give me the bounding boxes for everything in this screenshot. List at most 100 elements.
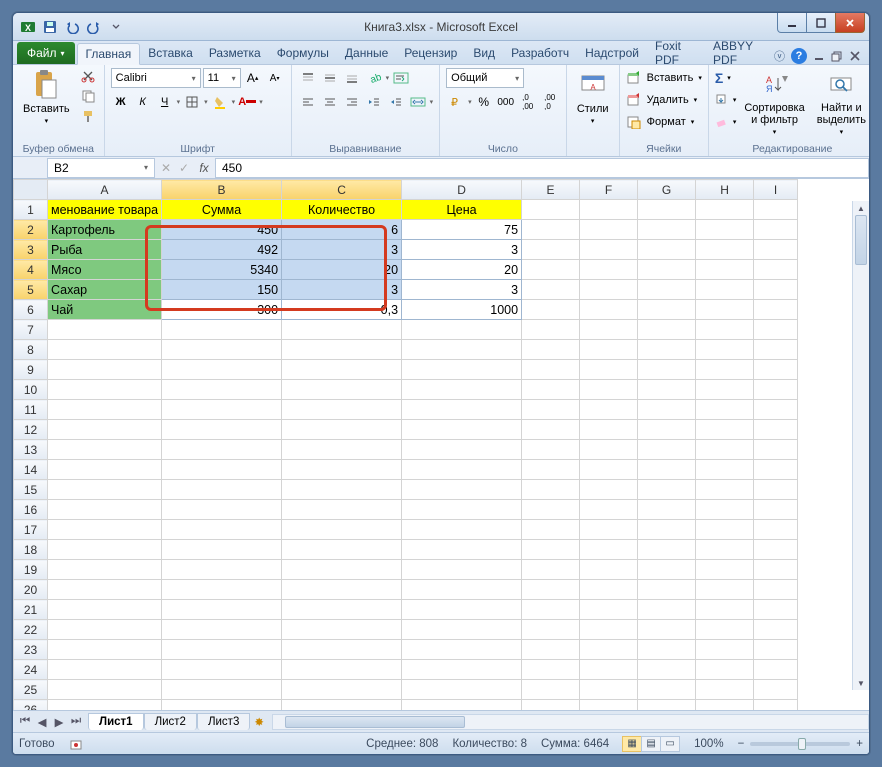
qat-more-icon[interactable] — [107, 18, 125, 36]
tab-addins[interactable]: Надстрой — [577, 42, 647, 64]
border-icon[interactable] — [182, 92, 202, 112]
cell-G7[interactable] — [638, 320, 696, 340]
cell-I26[interactable] — [754, 700, 798, 711]
percent-icon[interactable]: % — [474, 92, 494, 112]
cell-E24[interactable] — [522, 660, 580, 680]
cell-B5[interactable]: 150 — [162, 280, 282, 300]
cell-C13[interactable] — [282, 440, 402, 460]
clear-button[interactable]: ▾ — [715, 111, 737, 133]
row-header-26[interactable]: 26 — [14, 700, 48, 711]
cell-C7[interactable] — [282, 320, 402, 340]
cell-D12[interactable] — [402, 420, 522, 440]
close-button[interactable] — [835, 13, 865, 33]
cell-B3[interactable]: 492 — [162, 240, 282, 260]
cell-A12[interactable] — [48, 420, 162, 440]
cell-G9[interactable] — [638, 360, 696, 380]
cell-H7[interactable] — [696, 320, 754, 340]
cell-B7[interactable] — [162, 320, 282, 340]
new-sheet-icon[interactable]: ✸ — [254, 715, 264, 729]
redo-icon[interactable] — [85, 18, 103, 36]
cell-B9[interactable] — [162, 360, 282, 380]
cell-H21[interactable] — [696, 600, 754, 620]
tab-nav-next-icon[interactable]: ▶ — [51, 714, 67, 730]
row-header-15[interactable]: 15 — [14, 480, 48, 500]
cell-A2[interactable]: Картофель — [48, 220, 162, 240]
cell-A10[interactable] — [48, 380, 162, 400]
cell-C1[interactable]: Количество — [282, 200, 402, 220]
fx-cancel-icon[interactable]: ✕ — [157, 161, 175, 175]
cell-F16[interactable] — [580, 500, 638, 520]
cell-A9[interactable] — [48, 360, 162, 380]
cell-I16[interactable] — [754, 500, 798, 520]
cell-I23[interactable] — [754, 640, 798, 660]
align-right-icon[interactable] — [342, 92, 362, 112]
cell-G8[interactable] — [638, 340, 696, 360]
cell-B19[interactable] — [162, 560, 282, 580]
cell-B13[interactable] — [162, 440, 282, 460]
cell-I2[interactable] — [754, 220, 798, 240]
cell-F9[interactable] — [580, 360, 638, 380]
cell-F11[interactable] — [580, 400, 638, 420]
cell-H18[interactable] — [696, 540, 754, 560]
cell-I21[interactable] — [754, 600, 798, 620]
row-header-7[interactable]: 7 — [14, 320, 48, 340]
cell-B12[interactable] — [162, 420, 282, 440]
cell-B10[interactable] — [162, 380, 282, 400]
cell-G17[interactable] — [638, 520, 696, 540]
cell-G14[interactable] — [638, 460, 696, 480]
cell-E7[interactable] — [522, 320, 580, 340]
select-all-corner[interactable] — [14, 180, 48, 200]
sort-filter-button[interactable]: АЯ Сортировка и фильтр▾ — [740, 67, 808, 138]
tab-nav-prev-icon[interactable]: ◀ — [34, 714, 50, 730]
cell-A16[interactable] — [48, 500, 162, 520]
cell-F1[interactable] — [580, 200, 638, 220]
cell-E1[interactable] — [522, 200, 580, 220]
cell-E10[interactable] — [522, 380, 580, 400]
cell-F6[interactable] — [580, 300, 638, 320]
row-header-19[interactable]: 19 — [14, 560, 48, 580]
cell-A23[interactable] — [48, 640, 162, 660]
tab-insert[interactable]: Вставка — [140, 42, 201, 64]
tab-home[interactable]: Главная — [77, 43, 141, 65]
fill-color-icon[interactable] — [210, 92, 230, 112]
row-header-18[interactable]: 18 — [14, 540, 48, 560]
view-normal-icon[interactable]: ▦ — [622, 736, 642, 752]
align-middle-icon[interactable] — [320, 68, 340, 88]
sheet-tab-1[interactable]: Лист1 — [88, 713, 144, 730]
cell-F21[interactable] — [580, 600, 638, 620]
cell-G23[interactable] — [638, 640, 696, 660]
cell-E8[interactable] — [522, 340, 580, 360]
cell-G13[interactable] — [638, 440, 696, 460]
cell-I3[interactable] — [754, 240, 798, 260]
cell-A8[interactable] — [48, 340, 162, 360]
cell-C24[interactable] — [282, 660, 402, 680]
cell-B18[interactable] — [162, 540, 282, 560]
inc-decimal-icon[interactable]: ,0,00 — [518, 92, 538, 112]
cell-C5[interactable]: 3 — [282, 280, 402, 300]
cell-D1[interactable]: Цена — [402, 200, 522, 220]
italic-icon[interactable]: К — [133, 92, 153, 112]
cell-E14[interactable] — [522, 460, 580, 480]
row-header-22[interactable]: 22 — [14, 620, 48, 640]
cell-F15[interactable] — [580, 480, 638, 500]
cell-A22[interactable] — [48, 620, 162, 640]
tab-nav-last-icon[interactable]: ⏭ — [68, 714, 84, 730]
cell-F23[interactable] — [580, 640, 638, 660]
cell-B22[interactable] — [162, 620, 282, 640]
doc-restore-icon[interactable] — [831, 50, 843, 62]
cell-D4[interactable]: 20 — [402, 260, 522, 280]
cell-C23[interactable] — [282, 640, 402, 660]
dec-decimal-icon[interactable]: ,00,0 — [540, 92, 560, 112]
cell-D13[interactable] — [402, 440, 522, 460]
cell-D2[interactable]: 75 — [402, 220, 522, 240]
cell-E6[interactable] — [522, 300, 580, 320]
cell-C11[interactable] — [282, 400, 402, 420]
format-painter-icon[interactable] — [78, 107, 98, 125]
cell-I8[interactable] — [754, 340, 798, 360]
align-left-icon[interactable] — [298, 92, 318, 112]
view-page-break-icon[interactable]: ▭ — [660, 736, 680, 752]
zoom-out-icon[interactable]: − — [738, 738, 745, 750]
cell-A11[interactable] — [48, 400, 162, 420]
cell-I6[interactable] — [754, 300, 798, 320]
cell-A15[interactable] — [48, 480, 162, 500]
